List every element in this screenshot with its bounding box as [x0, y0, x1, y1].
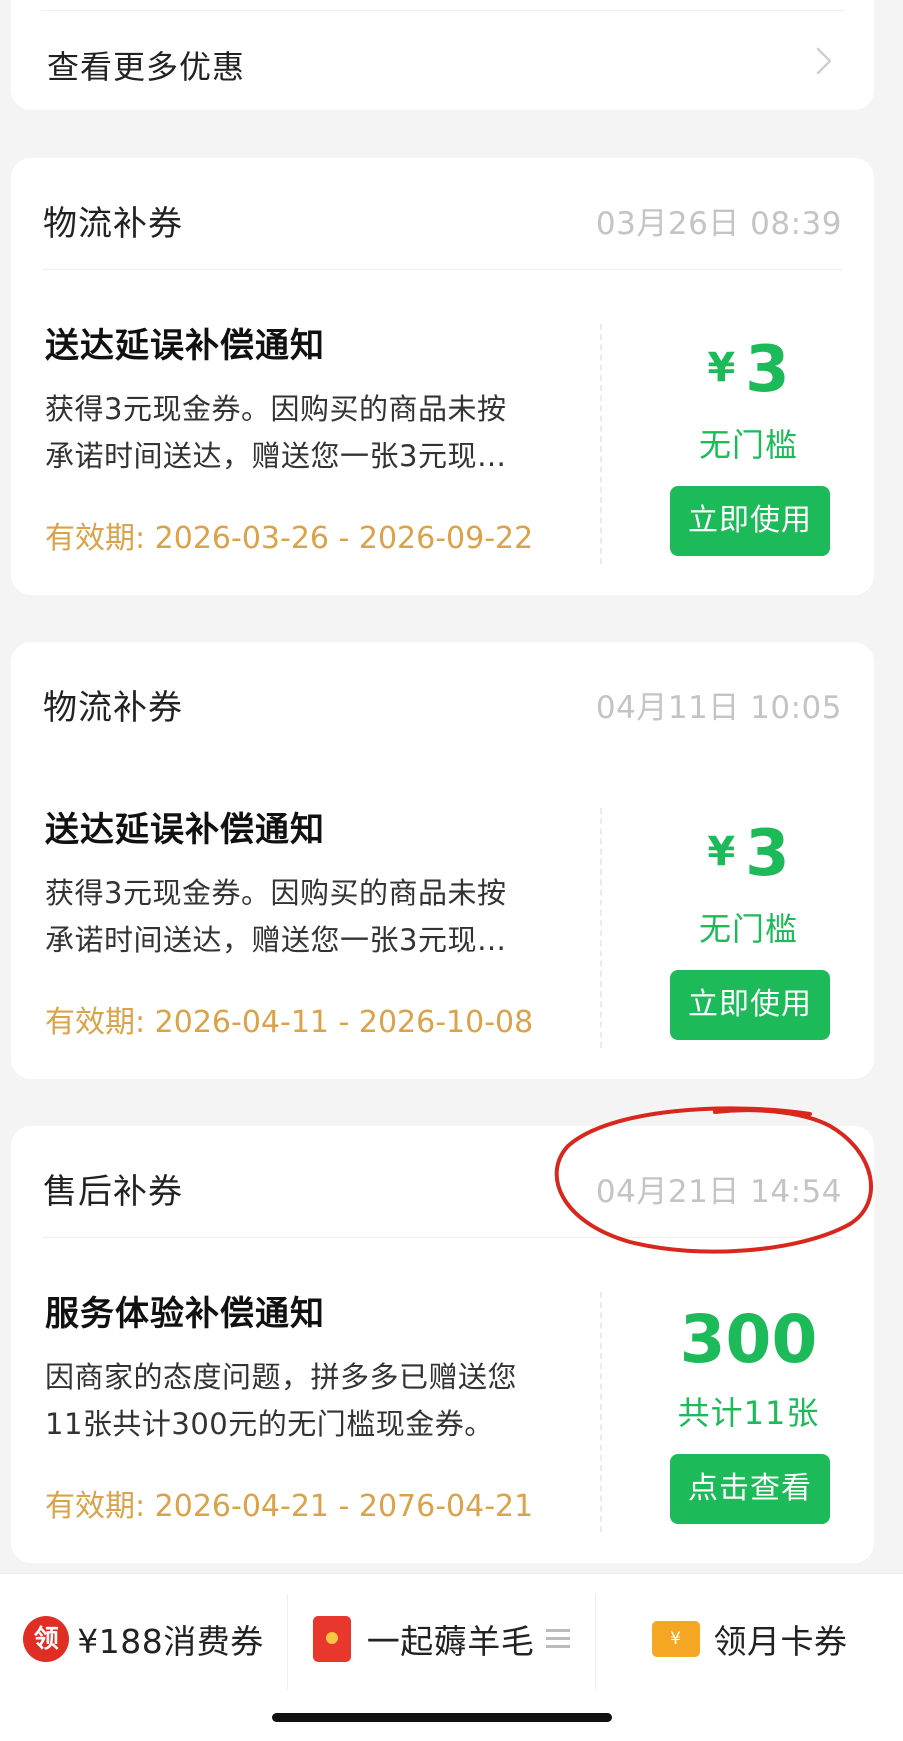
more-offers-label: 查看更多优惠 [47, 48, 246, 86]
red-packet-icon [312, 1616, 351, 1662]
consumer-coupon-label: ¥188消费券 [77, 1622, 264, 1661]
coupon-category: 物流补券 [43, 688, 183, 728]
more-offers-row[interactable]: 查看更多优惠 [11, 0, 874, 110]
currency-symbol: ¥ [707, 345, 736, 391]
group-deals-label: 一起薅羊毛 [366, 1622, 535, 1661]
use-now-button[interactable]: 立即使用 [670, 486, 830, 556]
claim-icon: 领 [23, 1616, 70, 1662]
amount-value: 3 [745, 333, 790, 407]
coupon-validity: 有效期: 2026-03-26 - 2026-09-22 [45, 521, 534, 556]
coupon-description-line: 承诺时间送达，赠送您一张3元现… [45, 923, 507, 957]
coupon-description: 获得3元现金券。因购买的商品未按 承诺时间送达，赠送您一张3元现… [45, 870, 565, 964]
view-details-button[interactable]: 点击查看 [670, 1454, 830, 1524]
dashed-divider [600, 1292, 602, 1532]
coupon-card: 售后补券 04月21日 14:54 服务体验补偿通知 因商家的态度问题，拼多多已… [11, 1126, 874, 1563]
divider [43, 1237, 842, 1238]
page: 查看更多优惠 物流补券 03月26日 08:39 送达延误补偿通知 获得3元现金… [0, 0, 903, 1741]
coupon-condition: 无门槛 [698, 426, 798, 464]
use-now-button[interactable]: 立即使用 [670, 970, 830, 1040]
coupon-amount: ¥3 [611, 333, 886, 407]
monthly-card-label: 领月卡券 [713, 1622, 848, 1661]
chevron-right-icon [816, 47, 832, 75]
monthly-card-tab[interactable]: ¥ 领月卡券 [596, 1574, 903, 1704]
coupon-title: 服务体验补偿通知 [45, 1294, 325, 1334]
home-indicator[interactable] [272, 1713, 612, 1722]
coupon-time: 03月26日 08:39 [595, 206, 842, 242]
group-deals-tab[interactable]: 一起薅羊毛 [288, 1574, 595, 1704]
coupon-card-icon: ¥ [651, 1621, 700, 1657]
divider [43, 269, 842, 270]
dashed-divider [600, 324, 602, 564]
coupon-time: 04月21日 14:54 [595, 1174, 842, 1210]
coupon-description-line: 获得3元现金券。因购买的商品未按 [45, 392, 507, 426]
amount-value: 300 [679, 1301, 818, 1378]
coupon-card: 物流补券 03月26日 08:39 送达延误补偿通知 获得3元现金券。因购买的商… [11, 158, 874, 595]
coupon-condition: 无门槛 [698, 910, 798, 948]
divider [41, 10, 844, 11]
coupon-title: 送达延误补偿通知 [45, 326, 325, 366]
coupon-validity: 有效期: 2026-04-21 - 2076-04-21 [45, 1489, 534, 1524]
amount-value: 3 [745, 817, 790, 891]
coupon-description-line: 获得3元现金券。因购买的商品未按 [45, 876, 507, 910]
coupon-card: 物流补券 04月11日 10:05 送达延误补偿通知 获得3元现金券。因购买的商… [11, 642, 874, 1079]
coupon-description-line: 11张共计300元的无门槛现金券。 [45, 1407, 494, 1441]
coupon-category: 物流补券 [43, 204, 183, 244]
coupon-description-line: 承诺时间送达，赠送您一张3元现… [45, 439, 507, 473]
coupon-validity: 有效期: 2026-04-11 - 2026-10-08 [45, 1005, 534, 1040]
coupon-amount: ¥3 [611, 817, 886, 891]
consumer-coupon-tab[interactable]: 领 ¥188消费券 [0, 1574, 287, 1704]
dashed-divider [600, 808, 602, 1048]
coupon-description-line: 因商家的态度问题，拼多多已赠送您 [45, 1360, 518, 1394]
coupon-description: 获得3元现金券。因购买的商品未按 承诺时间送达，赠送您一张3元现… [45, 386, 565, 480]
coupon-condition: 共计11张 [677, 1394, 820, 1432]
coupon-category: 售后补券 [43, 1172, 183, 1212]
coupon-amount: 300 [611, 1301, 886, 1378]
coupon-title: 送达延误补偿通知 [45, 810, 325, 850]
coupon-description: 因商家的态度问题，拼多多已赠送您 11张共计300元的无门槛现金券。 [45, 1354, 565, 1448]
currency-symbol: ¥ [707, 829, 736, 875]
menu-icon [546, 1628, 571, 1650]
coupon-time: 04月11日 10:05 [595, 690, 842, 726]
